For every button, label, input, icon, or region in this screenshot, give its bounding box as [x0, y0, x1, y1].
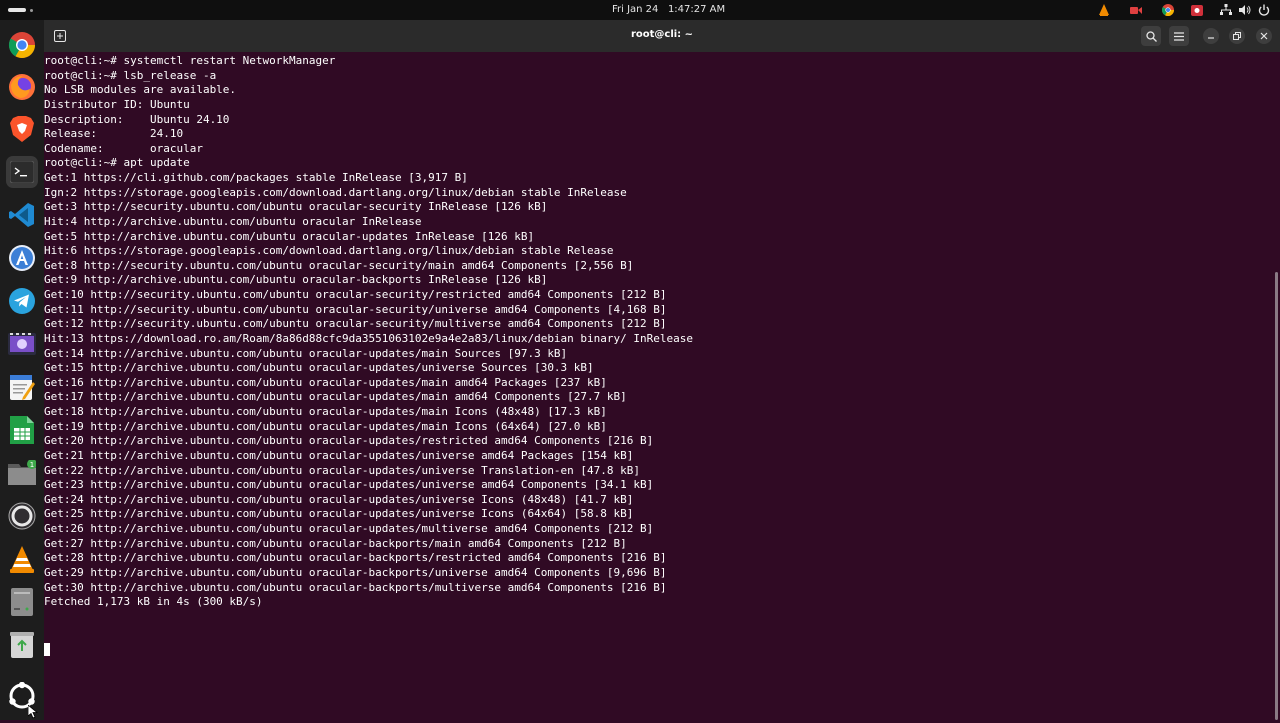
terminal-lines: root@cli:~# systemctl restart NetworkMan…	[44, 54, 693, 610]
terminal-line: Get:14 http://archive.ubuntu.com/ubuntu …	[44, 346, 568, 360]
workspace-indicator	[30, 8, 33, 12]
terminal-line: root@cli:~# systemctl restart NetworkMan…	[44, 54, 336, 67]
vlc-tray-icon[interactable]	[1097, 3, 1111, 17]
terminal-line: Get:1 https://cli.github.com/packages st…	[44, 171, 468, 184]
video-editor-icon[interactable]	[6, 328, 38, 360]
terminal-line: Get:25 http://archive.ubuntu.com/ubuntu …	[44, 507, 634, 521]
terminal-line: root@cli:~# lsb_release -a	[44, 68, 217, 82]
terminal-line: Hit:13 https://download.ro.am/Roam/8a86d…	[44, 331, 694, 345]
top-bar: Fri Jan 24 1:47:27 AM	[0, 0, 1280, 20]
terminal-line: Codename: oracular	[44, 141, 203, 155]
spreadsheet-icon[interactable]	[6, 414, 38, 446]
terminal-line: No LSB modules are available.	[44, 83, 237, 97]
scrollbar-thumb[interactable]	[1275, 272, 1278, 720]
terminal-line: Get:17 http://archive.ubuntu.com/ubuntu …	[44, 390, 627, 404]
terminal-line: Distributor ID: Ubuntu	[44, 97, 190, 111]
terminal-line: Description: Ubuntu 24.10	[44, 112, 230, 126]
chrome-tray-icon[interactable]	[1161, 3, 1175, 17]
terminal-line: Hit:4 http://archive.ubuntu.com/ubuntu o…	[44, 214, 422, 228]
power-icon[interactable]	[1257, 3, 1271, 17]
minimize-icon	[1208, 37, 1214, 39]
trash-icon[interactable]	[6, 629, 38, 661]
terminal-line: Get:22 http://archive.ubuntu.com/ubuntu …	[44, 463, 641, 477]
terminal-line: Get:18 http://archive.ubuntu.com/ubuntu …	[44, 405, 607, 418]
terminal-icon[interactable]	[6, 156, 38, 188]
share-icon[interactable]	[1219, 3, 1233, 17]
record-tray-icon[interactable]	[1190, 3, 1204, 17]
menu-button[interactable]	[1169, 26, 1189, 46]
title-bar[interactable]: root@cli: ~	[44, 20, 1280, 52]
close-button[interactable]	[1256, 28, 1272, 44]
dock: 1	[0, 20, 44, 720]
mouse-pointer-icon	[27, 704, 39, 719]
files-badge: 1	[30, 461, 34, 469]
search-button[interactable]	[1141, 26, 1161, 46]
window-title: root@cli: ~	[630, 29, 694, 40]
disk-utility-icon[interactable]	[6, 586, 38, 618]
terminal-output[interactable]: root@cli:~# systemctl restart NetworkMan…	[44, 52, 1274, 720]
telegram-icon[interactable]	[6, 285, 38, 317]
search-icon	[1145, 30, 1157, 42]
terminal-window: root@cli: ~ root@cli:~# systemctl restar…	[44, 20, 1280, 720]
restore-icon	[1233, 32, 1241, 40]
terminal-line: Get:20 http://archive.ubuntu.com/ubuntu …	[44, 434, 654, 448]
terminal-line: Get:15 http://archive.ubuntu.com/ubuntu …	[44, 361, 594, 375]
terminal-line: Get:11 http://security.ubuntu.com/ubuntu…	[44, 302, 667, 316]
volume-icon[interactable]	[1238, 3, 1252, 17]
workspace-indicator-active	[8, 8, 26, 12]
clock[interactable]: Fri Jan 24 1:47:27 AM	[612, 4, 725, 15]
terminal-line: Get:12 http://security.ubuntu.com/ubuntu…	[44, 317, 667, 331]
terminal-line: Get:5 http://archive.ubuntu.com/ubuntu o…	[44, 229, 535, 243]
vscode-icon[interactable]	[6, 199, 38, 231]
screen-record-icon[interactable]	[1129, 3, 1143, 17]
terminal-line: Get:29 http://archive.ubuntu.com/ubuntu …	[44, 565, 667, 579]
firefox-icon[interactable]	[6, 71, 38, 103]
terminal-line: Get:16 http://archive.ubuntu.com/ubuntu …	[44, 375, 607, 389]
scrollbar[interactable]	[1274, 52, 1280, 720]
close-icon	[1260, 32, 1268, 40]
terminal-line: Get:8 http://security.ubuntu.com/ubuntu …	[44, 258, 634, 272]
app-center-icon[interactable]	[6, 242, 38, 274]
obs-studio-icon[interactable]	[6, 500, 38, 532]
minimize-button[interactable]	[1203, 28, 1219, 44]
terminal-line: Get:19 http://archive.ubuntu.com/ubuntu …	[44, 419, 607, 433]
hamburger-icon	[1174, 31, 1184, 41]
terminal-line: Get:9 http://archive.ubuntu.com/ubuntu o…	[44, 273, 548, 287]
terminal-line: Get:26 http://archive.ubuntu.com/ubuntu …	[44, 522, 654, 535]
terminal-line: Get:28 http://archive.ubuntu.com/ubuntu …	[44, 551, 667, 565]
brave-icon[interactable]	[6, 113, 38, 145]
text-editor-icon[interactable]	[6, 371, 38, 403]
terminal-line: Get:27 http://archive.ubuntu.com/ubuntu …	[44, 536, 627, 550]
terminal-line: Get:23 http://archive.ubuntu.com/ubuntu …	[44, 478, 654, 492]
terminal-line: Get:3 http://security.ubuntu.com/ubuntu …	[44, 200, 548, 214]
files-icon[interactable]: 1	[6, 457, 38, 489]
terminal-line: root@cli:~# apt update	[44, 156, 190, 170]
terminal-line: Fetched 1,173 kB in 4s (300 kB/s)	[44, 595, 263, 609]
terminal-line: Get:30 http://archive.ubuntu.com/ubuntu …	[44, 580, 667, 594]
maximize-button[interactable]	[1229, 28, 1245, 44]
terminal-line: Release: 24.10	[44, 127, 184, 141]
chrome-icon[interactable]	[6, 29, 38, 61]
terminal-line: Get:21 http://archive.ubuntu.com/ubuntu …	[44, 448, 634, 462]
terminal-line: Get:24 http://archive.ubuntu.com/ubuntu …	[44, 492, 634, 506]
vlc-icon[interactable]	[6, 543, 38, 575]
terminal-cursor	[44, 643, 50, 656]
activities-button[interactable]	[8, 8, 33, 12]
terminal-line: Ign:2 https://storage.googleapis.com/dow…	[44, 185, 627, 199]
terminal-line: Hit:6 https://storage.googleapis.com/dow…	[44, 244, 614, 258]
terminal-line: Get:10 http://security.ubuntu.com/ubuntu…	[44, 288, 667, 301]
